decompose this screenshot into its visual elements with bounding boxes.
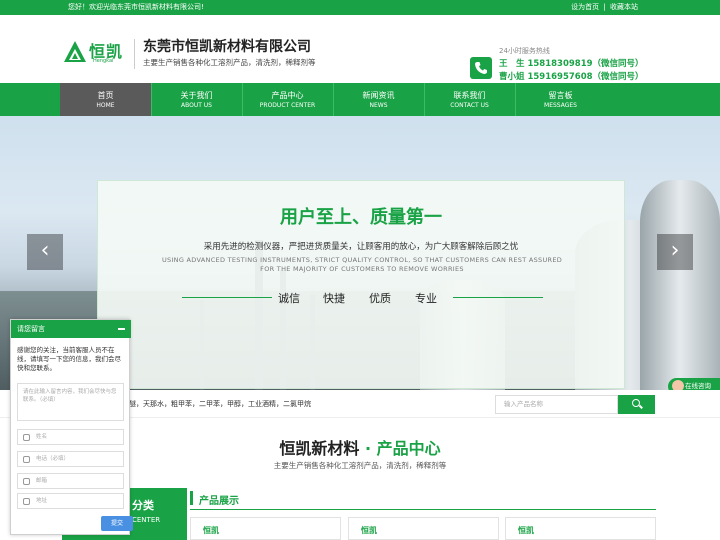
banner-keyword: 优质 — [369, 292, 391, 305]
product-center-brand: 恒凯新材料 — [279, 439, 360, 458]
nav-news-label: 新闻资讯 — [362, 91, 395, 100]
user-icon — [23, 434, 30, 441]
name-field[interactable]: 姓名 — [17, 429, 124, 445]
email-field[interactable]: 邮箱 — [17, 473, 124, 489]
banner-keyword: 专业 — [415, 292, 437, 305]
company-name: 东莞市恒凯新材料有限公司 — [143, 39, 311, 55]
hotline-title: 24小时服务热线 — [499, 47, 550, 55]
message-widget-title: 请您留言 — [17, 325, 45, 333]
banner-title: 用户至上、质量第一 — [280, 207, 442, 228]
banner-slogan-panel: 用户至上、质量第一 采用先进的检测仪器，严把进货质量关，让顾客用的放心，为广大顾… — [97, 180, 625, 389]
category-subtitle: CENTER — [132, 516, 161, 524]
online-chat-label: 在线咨询 — [685, 382, 711, 390]
online-chat-button[interactable]: 在线咨询 — [668, 378, 720, 390]
message-intro: 感谢您的关注，当前客服人员不在线，请填写一下您的信息，我们会尽快和您联系。 — [17, 346, 121, 372]
nav-home-sublabel: HOME — [96, 102, 115, 109]
message-content-textarea[interactable]: 请在此输入留言内容，我们会尽快与您联系。（必填） — [17, 383, 124, 421]
product-center-label: 产品中心 — [376, 439, 441, 458]
message-widget-header[interactable]: 请您留言 — [11, 320, 131, 338]
nav-news-sublabel: NEWS — [369, 102, 388, 109]
nav-about-label: 关于我们 — [180, 91, 213, 100]
product-card-logo: 恒凯 — [518, 526, 534, 535]
name-field-placeholder: 姓名 — [36, 434, 48, 440]
banner-keyword: 快捷 — [323, 292, 345, 305]
logo-subtext: Hengkai — [93, 58, 114, 64]
minimize-icon[interactable] — [118, 328, 125, 330]
address-field[interactable]: 地址 — [17, 493, 124, 509]
main-nav: 首页 HOME 关于我们 ABOUT US 产品中心 PRODUCT CENTE… — [0, 83, 720, 116]
product-card-logo: 恒凯 — [361, 526, 377, 535]
nav-contact-label: 联系我们 — [453, 91, 486, 100]
agent-avatar — [672, 380, 684, 390]
nav-about-sublabel: ABOUT US — [180, 102, 212, 109]
banner-divider-right — [453, 297, 543, 298]
mail-icon — [23, 478, 30, 485]
nav-contact-sublabel: CONTACT US — [450, 102, 489, 109]
nav-messages-sublabel: MESSAGES — [544, 102, 577, 109]
banner-subtitle: 采用先进的检测仪器，严把进货质量关，让顾客用的放心，为广大顾客解除后顾之忧 — [203, 242, 519, 252]
phone-field[interactable]: 电话（必填） — [17, 451, 124, 467]
location-icon — [23, 498, 30, 505]
submit-button[interactable]: 提交 — [101, 516, 133, 531]
section-marker — [190, 491, 193, 505]
nav-products[interactable]: 产品中心 PRODUCT CENTER — [242, 83, 333, 116]
product-showcase-header: 产品展示 — [190, 488, 656, 510]
top-bar: 您好！欢迎光临东莞市恒凯新材料有限公司! 设为首页 | 收藏本站 — [0, 0, 720, 15]
logo-divider — [134, 39, 135, 69]
product-card-logo: 恒凯 — [203, 526, 219, 535]
carousel-next-button[interactable]: › — [657, 234, 693, 270]
logo[interactable]: 恒凯 Hengkai — [63, 38, 133, 68]
product-search-input[interactable]: 输入产品名称 — [495, 395, 618, 414]
welcome-text: 您好！欢迎光临东莞市恒凯新材料有限公司! — [68, 3, 204, 11]
product-card[interactable]: 恒凯 — [190, 517, 341, 540]
site-header: 恒凯 Hengkai 东莞市恒凯新材料有限公司 主要生产销售各种化工溶剂产品，清… — [0, 15, 720, 83]
favorite-link[interactable]: 收藏本站 — [610, 3, 638, 11]
phone-icon — [23, 456, 30, 463]
nav-news[interactable]: 新闻资讯 NEWS — [333, 83, 424, 116]
banner-subtitle-en: USING ADVANCED TESTING INSTRUMENTS, STRI… — [161, 256, 563, 273]
search-button[interactable] — [618, 395, 655, 414]
top-links-separator: | — [603, 3, 606, 11]
nav-messages[interactable]: 留言板 MESSAGES — [515, 83, 606, 116]
product-card[interactable]: 恒凯 — [348, 517, 499, 540]
search-icon — [632, 399, 640, 407]
hotline-contact-1: 王 生 15818309819（微信同号） — [499, 59, 644, 69]
nav-home[interactable]: 首页 HOME — [60, 83, 151, 116]
showcase-title: 产品展示 — [199, 496, 239, 507]
email-field-placeholder: 邮箱 — [36, 478, 48, 484]
nav-about[interactable]: 关于我们 ABOUT US — [151, 83, 242, 116]
cooling-tower-graphic — [640, 180, 720, 390]
nav-products-label: 产品中心 — [271, 91, 304, 100]
address-field-placeholder: 地址 — [36, 498, 48, 504]
banner-keyword: 诚信 — [278, 292, 300, 305]
hot-keywords[interactable]: 醚，天那水，粗甲苯，二甲苯，甲醇，工业酒精，二氯甲烷 — [129, 399, 311, 409]
logo-mountain-icon — [64, 41, 86, 62]
category-title: 分类 — [132, 499, 154, 512]
top-links: 设为首页 | 收藏本站 — [569, 0, 638, 15]
company-description: 主要生产销售各种化工溶剂产品，清洗剂，稀释剂等 — [143, 58, 316, 67]
nav-contact[interactable]: 联系我们 CONTACT US — [424, 83, 515, 116]
phone-icon — [470, 57, 492, 79]
phone-field-placeholder: 电话（必填） — [36, 456, 70, 462]
hotline-contact-2: 曹小姐 15916957608（微信同号） — [499, 72, 644, 82]
banner-divider-left — [182, 297, 272, 298]
product-card[interactable]: 恒凯 — [505, 517, 656, 540]
carousel-prev-button[interactable]: ‹ — [27, 234, 63, 270]
leave-message-widget: 请您留言 感谢您的关注，当前客服人员不在线，请填写一下您的信息，我们会尽快和您联… — [10, 319, 133, 535]
set-home-link[interactable]: 设为首页 — [571, 3, 599, 11]
nav-products-sublabel: PRODUCT CENTER — [259, 102, 316, 109]
product-center-dot: · — [364, 439, 372, 458]
nav-messages-label: 留言板 — [548, 91, 573, 100]
nav-home-label: 首页 — [97, 91, 114, 100]
